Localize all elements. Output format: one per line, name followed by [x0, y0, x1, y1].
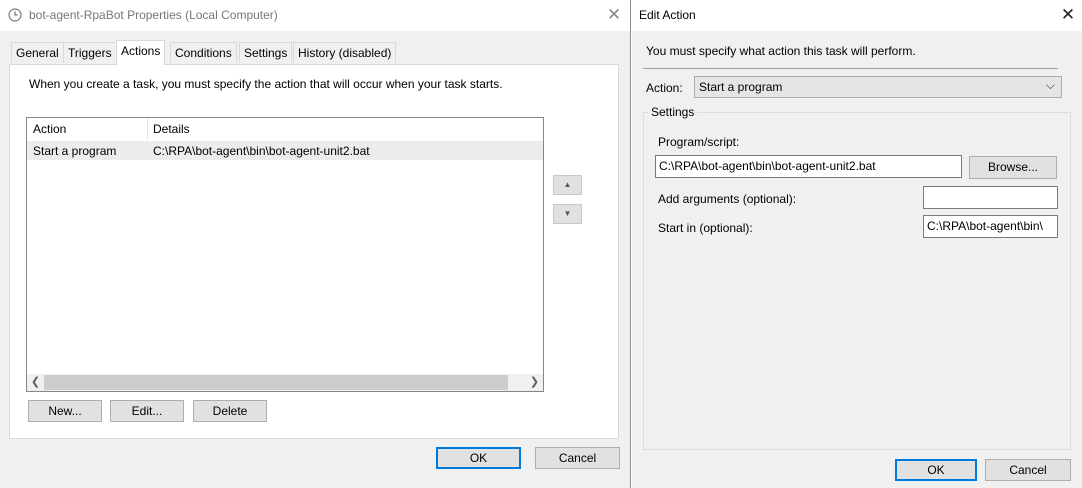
row-details-cell: C:\RPA\bot-agent\bin\bot-agent-unit2.bat	[153, 144, 370, 158]
tab-conditions[interactable]: Conditions	[170, 42, 237, 63]
start-in-input[interactable]: C:\RPA\bot-agent\bin\	[923, 215, 1058, 238]
move-up-button[interactable]: ▲	[553, 175, 582, 195]
window-title: bot-agent-RpaBot Properties (Local Compu…	[29, 8, 278, 22]
start-in-label: Start in (optional):	[658, 221, 753, 235]
column-header-details[interactable]: Details	[153, 122, 190, 136]
scrollbar-thumb[interactable]	[44, 375, 508, 390]
column-separator[interactable]	[147, 118, 148, 140]
ok-button[interactable]: OK	[895, 459, 977, 481]
task-properties-window: bot-agent-RpaBot Properties (Local Compu…	[0, 0, 631, 488]
close-icon[interactable]: ✕	[1058, 5, 1078, 25]
list-header: Action Details	[27, 118, 543, 140]
actions-list[interactable]: Action Details Start a program C:\RPA\bo…	[26, 117, 544, 392]
settings-group-label: Settings	[648, 105, 698, 119]
triangle-down-icon: ▼	[563, 209, 572, 218]
close-icon[interactable]: ✕	[604, 5, 624, 25]
horizontal-scrollbar[interactable]: ❮ ❯	[27, 374, 543, 391]
program-script-input[interactable]: C:\RPA\bot-agent\bin\bot-agent-unit2.bat	[655, 155, 962, 178]
new-button[interactable]: New...	[28, 400, 102, 422]
column-header-action[interactable]: Action	[33, 122, 66, 136]
tab-triggers[interactable]: Triggers	[63, 42, 117, 63]
row-action-cell: Start a program	[33, 144, 117, 158]
tab-actions[interactable]: Actions	[116, 40, 166, 65]
tab-general[interactable]: General	[11, 42, 64, 63]
clock-icon	[8, 8, 22, 22]
edit-action-dialog: Edit Action ✕ You must specify what acti…	[632, 0, 1082, 488]
action-label: Action:	[646, 81, 683, 95]
ok-button[interactable]: OK	[436, 447, 521, 469]
cancel-button[interactable]: Cancel	[535, 447, 620, 469]
delete-button[interactable]: Delete	[193, 400, 267, 422]
action-select[interactable]: Start a program ⌵	[694, 76, 1062, 98]
title-bar: Edit Action ✕	[632, 0, 1082, 31]
chevron-down-icon: ⌵	[1045, 78, 1055, 92]
arguments-label: Add arguments (optional):	[658, 192, 797, 206]
chevron-left-icon[interactable]: ❮	[27, 374, 44, 391]
instruction-text: You must specify what action this task w…	[646, 44, 916, 58]
action-select-value: Start a program	[699, 80, 783, 94]
divider	[643, 68, 1058, 69]
title-bar: bot-agent-RpaBot Properties (Local Compu…	[0, 0, 630, 31]
move-down-button[interactable]: ▼	[553, 204, 582, 224]
tab-settings[interactable]: Settings	[239, 42, 293, 63]
arguments-input[interactable]	[923, 186, 1058, 209]
triangle-up-icon: ▲	[563, 180, 572, 189]
edit-button[interactable]: Edit...	[110, 400, 184, 422]
chevron-right-icon[interactable]: ❯	[526, 374, 543, 391]
actions-description: When you create a task, you must specify…	[29, 77, 503, 91]
cancel-button[interactable]: Cancel	[985, 459, 1071, 481]
table-row[interactable]: Start a program C:\RPA\bot-agent\bin\bot…	[27, 141, 543, 160]
browse-button[interactable]: Browse...	[969, 156, 1057, 179]
tab-history[interactable]: History (disabled)	[293, 42, 397, 63]
dialog-title: Edit Action	[639, 8, 696, 22]
program-label: Program/script:	[658, 135, 740, 149]
